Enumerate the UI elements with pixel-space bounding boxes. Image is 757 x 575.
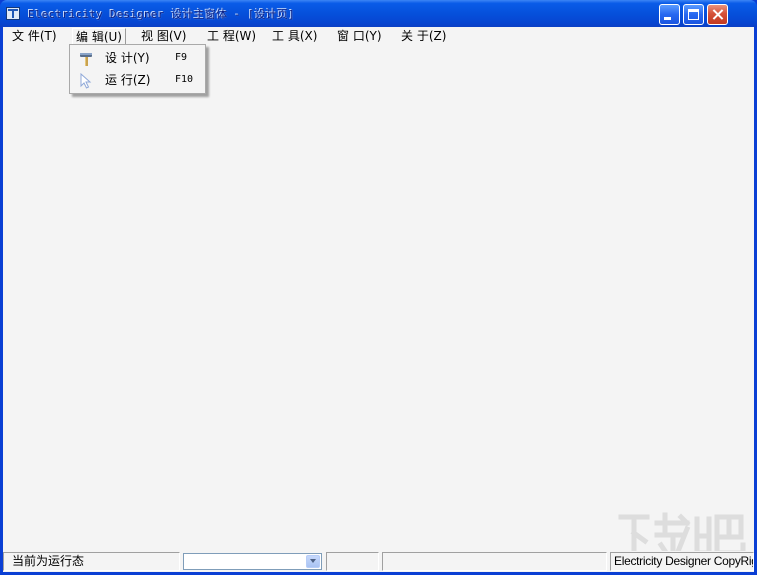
menu-file[interactable]: 文 件(T) xyxy=(9,28,60,45)
status-text: 当前为运行态 xyxy=(12,554,85,568)
menu-bar: 文 件(T) 编 辑(U) 视 图(V) 工 程(W) 工 具(X) 窗 口(Y… xyxy=(3,27,754,45)
client-area: 文 件(T) 编 辑(U) 视 图(V) 工 程(W) 工 具(X) 窗 口(Y… xyxy=(3,27,754,572)
menu-item-design-shortcut: F9 xyxy=(175,52,188,63)
menu-edit[interactable]: 编 辑(U) xyxy=(72,28,126,45)
minimize-button[interactable] xyxy=(659,4,680,25)
chevron-down-icon[interactable] xyxy=(306,555,320,568)
maximize-button[interactable] xyxy=(683,4,704,25)
pointer-icon xyxy=(80,73,92,89)
close-button[interactable] xyxy=(707,4,728,25)
status-panel-3 xyxy=(326,552,379,571)
status-combo-box[interactable] xyxy=(183,553,322,570)
menu-project[interactable]: 工 程(W) xyxy=(204,28,259,45)
status-panel-4 xyxy=(382,552,607,571)
menu-item-run-label: 运 行(Z) xyxy=(105,73,151,87)
menu-tools[interactable]: 工 具(X) xyxy=(269,28,320,45)
edit-dropdown-menu: 设 计(Y) F9 运 行(Z) F10 xyxy=(69,44,206,94)
app-icon[interactable] xyxy=(6,7,20,20)
menu-view[interactable]: 视 图(V) xyxy=(138,28,189,45)
title-bar[interactable]: Electricity Designer 设计主窗体 - [设计页] Elect… xyxy=(0,0,757,27)
status-panel-copyright: Electricity Designer CopyRight xyxy=(610,552,754,571)
window-title: Electricity Designer 设计主窗体 - [设计页] xyxy=(28,8,295,21)
copyright-text: Electricity Designer CopyRight xyxy=(614,554,754,568)
menu-item-design-label: 设 计(Y) xyxy=(105,51,150,65)
status-panel-mode: 当前为运行态 xyxy=(3,552,180,571)
main-window: Electricity Designer 设计主窗体 - [设计页] Elect… xyxy=(0,0,757,575)
menu-item-run-shortcut: F10 xyxy=(175,74,194,85)
menu-item-run[interactable]: 运 行(Z) F10 xyxy=(70,69,205,91)
status-bar: 当前为运行态 Electricity Designer CopyRight xyxy=(3,551,754,572)
menu-window[interactable]: 窗 口(Y) xyxy=(334,28,385,45)
hammer-icon xyxy=(80,53,92,66)
menu-item-design[interactable]: 设 计(Y) F9 xyxy=(70,47,205,69)
menu-about[interactable]: 关 于(Z) xyxy=(398,28,449,45)
